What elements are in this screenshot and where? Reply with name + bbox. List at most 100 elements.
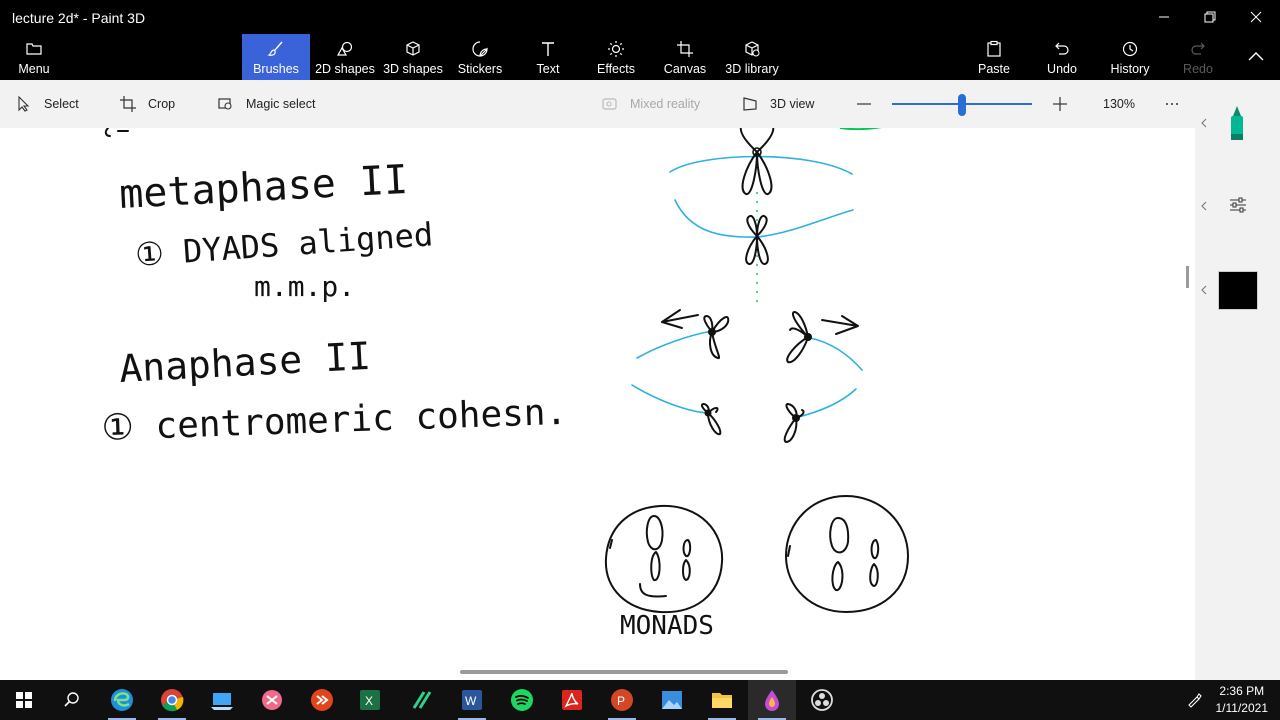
dyad-chromosome	[739, 128, 775, 195]
acrobat-icon	[562, 690, 582, 710]
editor-icon	[412, 691, 432, 709]
zoom-level[interactable]: 130%	[1103, 80, 1135, 128]
tab-label: Brushes	[253, 62, 299, 76]
zoom-in-button[interactable]	[1052, 80, 1080, 128]
metaphase-title: metaphase II	[118, 157, 409, 218]
search-button[interactable]	[48, 680, 96, 720]
anaphase-point: ① centromeric cohesn.	[101, 392, 568, 449]
tab-2d-shapes[interactable]: 2D shapes	[312, 34, 378, 80]
minimize-button[interactable]	[1141, 0, 1187, 34]
tab-brushes[interactable]: Brushes	[242, 34, 310, 80]
plus-icon	[1053, 97, 1067, 111]
metaphase-point: ① DYADS aligned	[134, 215, 434, 274]
svg-text:P: P	[617, 694, 625, 708]
taskbar-app-acrobat[interactable]	[548, 680, 596, 720]
marker-brush-icon[interactable]	[1215, 104, 1261, 144]
chromatid	[786, 311, 812, 364]
system-clock[interactable]: 2:36 PM 1/11/2021	[1216, 683, 1269, 717]
taskbar-app-powerpoint[interactable]: P	[598, 680, 646, 720]
excel-icon: X	[360, 690, 380, 710]
3d-view-button[interactable]: 3D view	[742, 80, 814, 128]
chevron-left-icon[interactable]	[1200, 118, 1208, 128]
tab-text[interactable]: Text	[522, 34, 574, 80]
zoom-value: 130%	[1103, 97, 1135, 111]
pen-ink-icon[interactable]	[1186, 692, 1202, 708]
zoom-out-button[interactable]	[856, 80, 884, 128]
taskbar-app-photos[interactable]	[648, 680, 696, 720]
close-button[interactable]	[1233, 0, 1279, 34]
spindle-fiber	[809, 337, 863, 371]
tab-stickers[interactable]: Stickers	[450, 34, 510, 80]
taskbar-app-remote[interactable]	[298, 680, 346, 720]
library-cube-icon	[745, 41, 760, 57]
drawing-canvas[interactable]: metaphase II ① DYADS aligned m.m.p. Anap…	[0, 128, 1195, 680]
start-button[interactable]	[0, 680, 48, 720]
paste-button[interactable]: Paste	[972, 34, 1016, 80]
green-stroke	[839, 128, 883, 131]
pointer-icon	[18, 96, 30, 112]
minus-icon	[857, 103, 871, 105]
undo-button[interactable]: Undo	[1040, 34, 1084, 80]
sun-icon	[608, 41, 624, 57]
chrome-icon	[161, 689, 184, 712]
collapse-ribbon-button[interactable]	[1240, 34, 1272, 80]
paint3d-icon	[765, 690, 779, 711]
mixed-reality-icon	[602, 98, 617, 110]
window-title: lecture 2d* - Paint 3D	[12, 10, 146, 26]
menu-button[interactable]: Menu	[10, 34, 58, 80]
more-options-button[interactable]	[1164, 80, 1192, 128]
taskbar-app-paint3d[interactable]	[748, 680, 796, 720]
canvas-icon	[677, 41, 693, 57]
metaphase-sub: m.m.p.	[254, 270, 355, 303]
settings-sliders-icon[interactable]	[1229, 196, 1247, 214]
maximize-button[interactable]	[1187, 0, 1233, 34]
taskbar-app-files[interactable]	[198, 680, 246, 720]
undo-label: Undo	[1047, 62, 1077, 76]
chromatid	[783, 403, 805, 443]
powerpoint-icon: P	[611, 689, 633, 711]
svg-text:W: W	[465, 694, 477, 708]
mixed-reality-button[interactable]: Mixed reality	[602, 80, 700, 128]
taskbar-app-editor[interactable]	[398, 680, 446, 720]
selected-color-swatch[interactable]	[1218, 271, 1258, 310]
taskbar-app-spotify[interactable]	[498, 680, 546, 720]
taskbar-app-excel[interactable]: X	[346, 680, 394, 720]
taskbar-app-edge[interactable]	[98, 680, 146, 720]
monad-cell	[785, 495, 909, 613]
select-label: Select	[44, 97, 79, 111]
chromatid	[700, 403, 722, 436]
redo-button[interactable]: Redo	[1176, 34, 1220, 80]
history-button[interactable]: History	[1106, 34, 1154, 80]
chromatid	[703, 315, 730, 360]
tab-label: 3D library	[725, 62, 779, 76]
chevron-left-icon[interactable]	[1200, 285, 1208, 295]
tab-label: Canvas	[663, 62, 707, 76]
select-button[interactable]: Select	[16, 80, 79, 128]
tab-canvas[interactable]: Canvas	[660, 34, 710, 80]
tab-label: Text	[536, 62, 560, 76]
snipping-icon	[262, 690, 282, 710]
taskbar-app-chrome[interactable]	[148, 680, 196, 720]
horizontal-scrollbar[interactable]	[460, 670, 788, 674]
zoom-slider-thumb[interactable]	[958, 94, 966, 116]
obs-icon	[811, 689, 833, 711]
tab-3d-library[interactable]: 3D library	[722, 34, 782, 80]
folder-icon	[26, 43, 42, 55]
spotify-icon	[511, 689, 533, 711]
taskbar-app-obs[interactable]	[798, 680, 846, 720]
arrow-left	[661, 309, 699, 329]
cube-icon	[406, 41, 420, 56]
undo-icon	[1055, 42, 1069, 55]
taskbar-app-snip[interactable]	[248, 680, 296, 720]
tab-3d-shapes[interactable]: 3D shapes	[380, 34, 446, 80]
taskbar-app-explorer[interactable]	[698, 680, 746, 720]
crop-button[interactable]: Crop	[120, 80, 175, 128]
chevron-left-icon[interactable]	[1200, 201, 1208, 211]
magic-select-button[interactable]: Magic select	[218, 80, 315, 128]
taskbar-app-word[interactable]: W	[448, 680, 496, 720]
tab-label: 3D shapes	[383, 62, 443, 76]
file-manager-icon	[211, 693, 233, 710]
vertical-scrollbar[interactable]	[1186, 266, 1189, 288]
tab-effects[interactable]: Effects	[590, 34, 642, 80]
remote-icon	[311, 689, 333, 711]
